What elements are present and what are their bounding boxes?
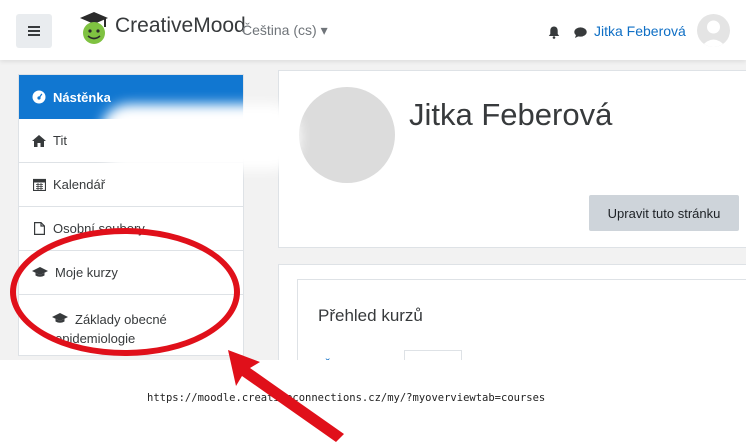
page-title: Jitka Feberová — [409, 97, 613, 132]
arrow-icon — [228, 350, 344, 442]
dashboard-icon — [32, 90, 46, 104]
avatar[interactable] — [697, 14, 730, 47]
file-icon — [32, 222, 46, 236]
chat-icon[interactable] — [574, 27, 587, 38]
course-overview-block: Přehled kurzů Časová osa Kurzy — [297, 279, 746, 380]
blur-overlay — [100, 104, 300, 170]
home-icon — [32, 134, 46, 148]
hamburger-icon — [28, 26, 40, 36]
profile-header-card: Jitka Feberová Upravit tuto stránku — [278, 70, 746, 248]
user-menu[interactable]: Jitka Feberová — [594, 23, 686, 39]
top-navbar: CreativeMood Čeština (cs) ▾ Jitka Febero… — [0, 0, 746, 60]
edit-page-button[interactable]: Upravit tuto stránku — [589, 195, 739, 231]
sidebar-item-label: Nástěnka — [53, 89, 111, 105]
calendar-icon — [32, 178, 46, 192]
brand-name[interactable]: CreativeMood — [115, 14, 246, 38]
sidebar-item-label: Kalendář — [53, 177, 106, 192]
bell-icon[interactable] — [548, 26, 560, 39]
user-icon — [701, 20, 726, 47]
menu-toggle-button[interactable] — [16, 14, 52, 48]
profile-avatar — [299, 87, 395, 183]
logo-icon[interactable] — [78, 10, 110, 46]
highlight-ellipse — [10, 228, 240, 356]
sidebar-item-label: Tit — [53, 133, 67, 148]
language-selector[interactable]: Čeština (cs) ▾ — [242, 22, 328, 39]
course-overview-title: Přehled kurzů — [318, 306, 423, 325]
